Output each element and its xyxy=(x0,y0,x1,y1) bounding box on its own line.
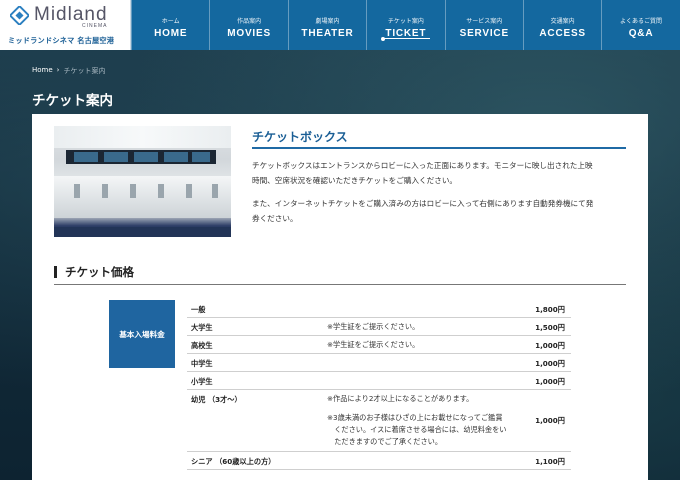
ticket-price-divider xyxy=(54,284,626,285)
ticket-box-divider xyxy=(252,147,626,149)
price-value: 1,000円 xyxy=(535,377,565,386)
nav-theater-en: THEATER xyxy=(301,28,354,39)
price-value: 1,100円 xyxy=(535,457,565,466)
price-category: 一般 xyxy=(191,305,206,314)
nav-theater-jp: 劇場案内 xyxy=(315,18,340,25)
logo-mark-icon xyxy=(10,6,29,25)
table-row: 小学生 1,000円 xyxy=(187,372,571,390)
nav-access[interactable]: 交通案内 ACCESS xyxy=(522,0,601,50)
paragraph-2-line-2: 券ください。 xyxy=(252,214,298,223)
price-value: 1,000円 xyxy=(535,416,565,425)
nav-theater[interactable]: 劇場案内 THEATER xyxy=(287,0,366,50)
nav-qa-jp: よくあるご質問 xyxy=(620,18,663,25)
nav-movies[interactable]: 作品案内 MOVIES xyxy=(209,0,287,50)
page-title: チケット案内 xyxy=(32,93,113,109)
nav-home[interactable]: ホーム HOME xyxy=(131,0,209,50)
price-category: 高校生 xyxy=(191,341,213,350)
nav-ticket[interactable]: チケット案内 TICKET xyxy=(366,0,444,50)
table-row: 高校生 ※学生証をご提示ください。 1,000円 xyxy=(187,336,571,354)
paragraph-2-line-1: また、インターネットチケットをご購入済みの方はロビーに入って右側にあります自動発… xyxy=(252,199,594,208)
price-note-detail-line: ※3歳未満のお子様はひざの上にお載せになってご鑑賞 xyxy=(327,413,503,422)
ticket-price-heading: チケット価格 xyxy=(54,266,134,278)
price-category: 中学生 xyxy=(191,359,213,368)
price-category: 幼児 （3才〜） xyxy=(191,395,242,404)
table-row: シニア （60歳以上の方） 1,100円 xyxy=(187,452,571,470)
nav-qa-en: Q&A xyxy=(628,28,654,39)
price-category: シニア （60歳以上の方） xyxy=(191,457,276,466)
nav-home-jp: ホーム xyxy=(161,18,180,25)
content-panel: チケットボックス チケットボックスはエントランスからロビーに入った正面にあります… xyxy=(32,114,648,480)
ticket-box-paragraph-1: チケットボックスはエントランスからロビーに入った正面にあります。モニターに映し出… xyxy=(252,158,632,188)
site-logo[interactable]: Midland CINEMA ミッドランドシネマ 名古屋空港 xyxy=(0,0,131,50)
paragraph-1-line-1: チケットボックスはエントランスからロビーに入った正面にあります。モニターに映し出… xyxy=(252,161,593,170)
nav-access-jp: 交通案内 xyxy=(550,18,575,25)
nav-service[interactable]: サービス案内 SERVICE xyxy=(444,0,523,50)
breadcrumb-current: チケット案内 xyxy=(63,67,106,75)
price-table: 一般 1,800円 大学生 ※学生証をご提示ください。 1,500円 高校生 ※… xyxy=(187,300,571,470)
nav-service-jp: サービス案内 xyxy=(466,18,503,25)
price-category: 小学生 xyxy=(191,377,213,386)
nav-service-en: SERVICE xyxy=(459,28,509,39)
table-row: 中学生 1,000円 xyxy=(187,354,571,372)
paragraph-1-line-2: 時間、空席状況を確認いただきチケットをご購入ください。 xyxy=(252,176,458,185)
table-row: 一般 1,800円 xyxy=(187,300,571,318)
ticket-box-title: チケットボックス xyxy=(252,130,348,144)
logo-subtitle: CINEMA xyxy=(82,23,108,29)
ticket-box-photo xyxy=(54,126,231,237)
price-note: ※作品により2才以上になることがあります。 xyxy=(327,394,474,403)
nav-movies-jp: 作品案内 xyxy=(237,18,262,25)
nav-home-en: HOME xyxy=(154,28,188,39)
price-value: 1,000円 xyxy=(535,359,565,368)
price-value: 1,000円 xyxy=(535,341,565,350)
price-note-detail-line: ただきますのでご了承ください。 xyxy=(327,437,443,446)
table-row: 大学生 ※学生証をご提示ください。 1,500円 xyxy=(187,318,571,336)
price-value: 1,800円 xyxy=(535,305,565,314)
site-header: Midland CINEMA ミッドランドシネマ 名古屋空港 ホーム HOME … xyxy=(0,0,680,50)
nav-ticket-jp: チケット案内 xyxy=(387,18,424,25)
nav-qa[interactable]: よくあるご質問 Q&A xyxy=(601,0,679,50)
main-nav: ホーム HOME 作品案内 MOVIES 劇場案内 THEATER チケット案内… xyxy=(131,0,680,50)
price-note-detail-line: ください。イスに着席させる場合には、幼児料金をい xyxy=(327,425,507,434)
price-note: ※学生証をご提示ください。 xyxy=(327,340,420,349)
price-note-detail: ※3歳未満のお子様はひざの上にお載せになってご鑑賞 ください。イスに着席させる場… xyxy=(327,412,507,448)
breadcrumb: Home › チケット案内 xyxy=(32,66,105,76)
basic-admission-label: 基本入場料金 xyxy=(109,300,175,368)
nav-access-en: ACCESS xyxy=(539,28,586,39)
price-note: ※学生証をご提示ください。 xyxy=(327,322,420,331)
nav-movies-en: MOVIES xyxy=(227,28,271,39)
breadcrumb-home[interactable]: Home xyxy=(32,66,53,76)
price-value: 1,500円 xyxy=(535,323,565,332)
table-row: 幼児 （3才〜） ※作品により2才以上になることがあります。 ※3歳未満のお子様… xyxy=(187,390,571,452)
active-indicator-line xyxy=(382,38,430,39)
ticket-box-paragraph-2: また、インターネットチケットをご購入済みの方はロビーに入って右側にあります自動発… xyxy=(252,196,632,226)
logo-japanese-name: ミッドランドシネマ 名古屋空港 xyxy=(8,36,115,45)
breadcrumb-separator: › xyxy=(56,66,60,74)
price-category: 大学生 xyxy=(191,323,213,332)
